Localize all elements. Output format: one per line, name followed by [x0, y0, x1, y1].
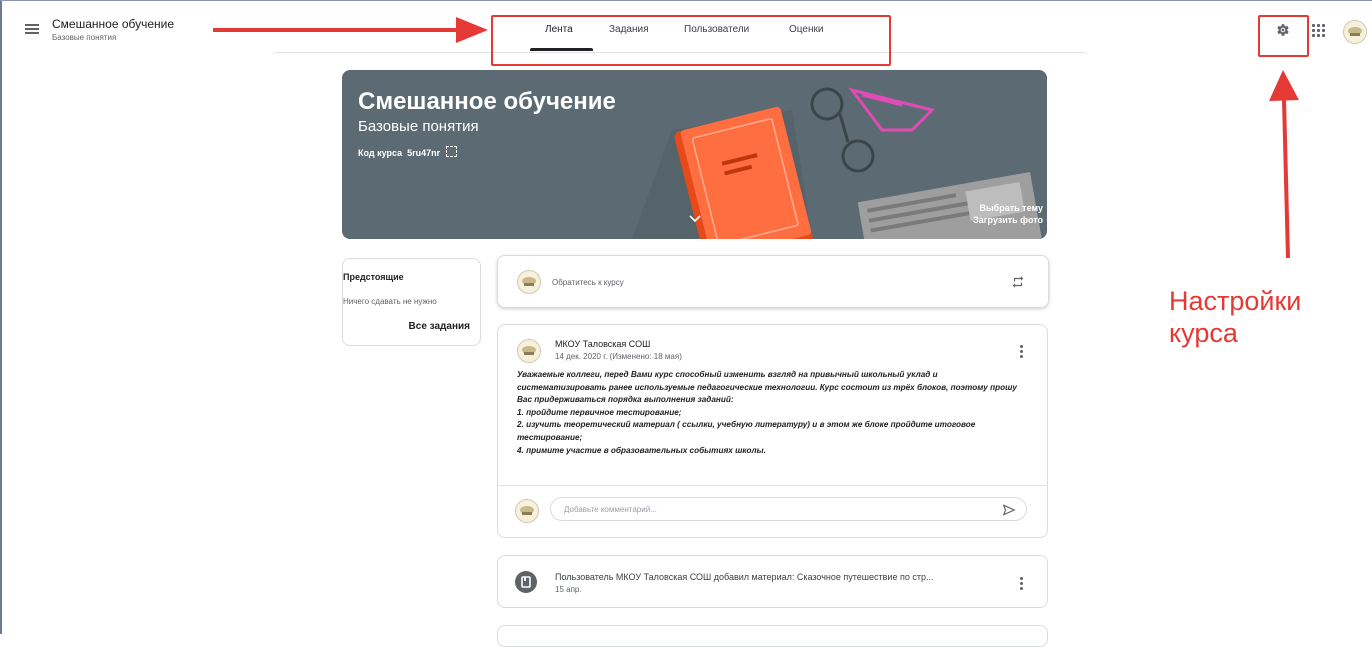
post-divider — [498, 485, 1047, 486]
avatar[interactable] — [1343, 20, 1367, 44]
upload-photo-link[interactable]: Загрузить фото — [973, 215, 1043, 225]
settings-highlight-box — [1258, 15, 1309, 57]
post-card: МКОУ Таловская СОШ 14 дек. 2020 г. (Изме… — [497, 324, 1048, 538]
comment-placeholder: Добавьте комментарий... — [564, 505, 657, 514]
material-date: 15 апр. — [555, 585, 582, 594]
all-tasks-link[interactable]: Все задания — [409, 321, 470, 332]
send-icon[interactable] — [1002, 503, 1016, 517]
course-code-value: 5ru47nr — [407, 148, 441, 158]
annotation-line-1: Настройки — [1169, 286, 1302, 316]
announce-placeholder[interactable]: Обратитесь к курсу — [552, 278, 624, 287]
more-options-icon[interactable] — [1020, 345, 1024, 359]
course-code: Код курса 5ru47nr — [358, 146, 457, 158]
post-body-line: Уважаемые коллеги, перед Вами курс спосо… — [517, 370, 938, 379]
comment-input[interactable]: Добавьте комментарий... — [550, 497, 1027, 521]
avatar — [515, 499, 539, 523]
announce-card[interactable]: Обратитесь к курсу — [497, 255, 1049, 308]
post-body-line: Вас придерживаться порядка выполнения за… — [517, 395, 734, 405]
post-body-line: тестирование; — [517, 432, 583, 442]
window-left-border — [0, 0, 2, 634]
upcoming-card: Предстоящие Ничего сдавать не нужно Все … — [342, 258, 481, 346]
post-body: Уважаемые коллеги, перед Вами курс спосо… — [517, 369, 1037, 457]
post-date: 14 дек. 2020 г. (Изменено: 18 мая) — [555, 352, 682, 361]
annotation-line-2: курса — [1169, 318, 1238, 348]
annotation-label: Настройки курса — [1169, 285, 1301, 349]
banner-subtitle: Базовые понятия — [358, 118, 479, 135]
post-body-line: 1. пройдите первичное тестирование; — [517, 407, 682, 417]
apps-grid-icon[interactable] — [1312, 24, 1326, 38]
material-title[interactable]: Пользователь МКОУ Таловская СОШ добавил … — [555, 572, 933, 582]
post-body-line: 2. изучить теоретический материал ( ссыл… — [517, 420, 976, 430]
select-theme-link[interactable]: Выбрать тему — [979, 203, 1043, 213]
course-banner: Смешанное обучение Базовые понятия Код к… — [342, 70, 1047, 239]
course-code-label: Код курса — [358, 148, 403, 158]
window-top-border — [0, 0, 1372, 1]
material-card[interactable]: Пользователь МКОУ Таловская СОШ добавил … — [497, 555, 1048, 608]
upcoming-title-text: Предстоящие — [343, 272, 404, 282]
post-body-line: систематизировать ранее используемые пед… — [517, 382, 1017, 392]
upcoming-empty-text: Ничего сдавать не нужно — [343, 297, 437, 306]
post-body-line: 4. примите участие в образовательных соб… — [517, 445, 766, 455]
next-card — [497, 625, 1048, 647]
avatar — [517, 270, 541, 294]
post-author: МКОУ Таловская СОШ — [555, 339, 651, 349]
avatar — [517, 339, 541, 363]
course-subtitle: Базовые понятия — [52, 33, 117, 42]
menu-icon[interactable] — [25, 24, 39, 34]
repost-icon[interactable] — [1011, 275, 1025, 289]
tabs-highlight-box — [491, 15, 891, 66]
banner-title: Смешанное обучение — [358, 88, 616, 115]
more-options-icon[interactable] — [1020, 577, 1024, 591]
course-title[interactable]: Смешанное обучение — [52, 17, 174, 31]
fullscreen-icon[interactable] — [445, 146, 457, 157]
material-icon — [515, 571, 537, 593]
